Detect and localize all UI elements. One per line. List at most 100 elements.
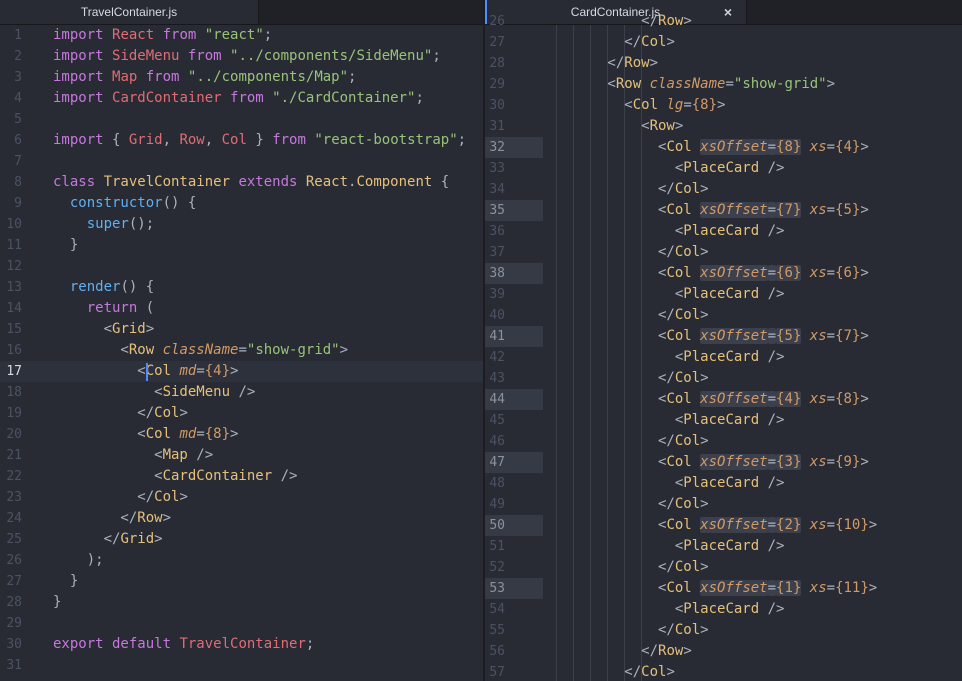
line-number: 52 xyxy=(489,560,505,575)
tab-travelcontainer[interactable]: TravelContainer.js xyxy=(0,0,259,24)
code-line[interactable]: 15 <Grid> xyxy=(0,319,483,340)
code-token: "show-grid" xyxy=(733,76,827,92)
line-number: 28 xyxy=(489,56,505,71)
code-line[interactable]: 7 xyxy=(0,151,483,172)
code-token: < xyxy=(540,475,684,491)
code-line[interactable]: 56 </Row> xyxy=(485,641,962,662)
code-line[interactable]: 35 <Col xsOffset={7} xs={5}> xyxy=(485,200,962,221)
code-line[interactable]: 19 </Col> xyxy=(0,403,483,424)
code-text: </Row> xyxy=(540,641,692,662)
code-line[interactable]: 29 xyxy=(0,613,483,634)
right-code-area[interactable]: 26 </Row> 27 </Col> 28 </Row> 29 <Row class… xyxy=(485,13,962,681)
code-text: <Col xsOffset={4} xs={8}> xyxy=(540,389,869,410)
code-token: Col xyxy=(154,489,180,505)
code-line[interactable]: 28} xyxy=(0,592,483,613)
code-line[interactable]: 31 xyxy=(0,655,483,676)
code-line[interactable]: 8 class TravelContainer extends React.Com… xyxy=(0,172,483,193)
code-line[interactable]: 57 </Col> xyxy=(485,662,962,681)
code-line[interactable]: 33 <PlaceCard /> xyxy=(485,158,962,179)
code-token: "react" xyxy=(204,27,264,43)
code-line[interactable]: 30 <Col lg={8}> xyxy=(485,95,962,116)
left-editor-pane[interactable]: TravelContainer.js 1 import React from "r… xyxy=(0,0,483,681)
code-line[interactable]: 41 <Col xsOffset={5} xs={7}> xyxy=(485,326,962,347)
left-code-area[interactable]: 1 import React from "react"; 2 import SideM… xyxy=(0,25,483,681)
code-token: </ xyxy=(540,559,675,575)
code-line[interactable]: 30 export default TravelContainer; xyxy=(0,634,483,655)
code-text: <Row className="show-grid"> xyxy=(540,74,835,95)
code-token: /> xyxy=(759,475,785,491)
code-line[interactable]: 17 <Col md={4}> xyxy=(0,361,483,382)
code-line[interactable]: 45 <PlaceCard /> xyxy=(485,410,962,431)
line-number: 32 xyxy=(489,140,505,155)
code-line[interactable]: 48 <PlaceCard /> xyxy=(485,473,962,494)
code-line[interactable]: 10 super(); xyxy=(0,214,483,235)
code-line[interactable]: 44 <Col xsOffset={4} xs={8}> xyxy=(485,389,962,410)
code-text: <PlaceCard /> xyxy=(540,599,785,620)
code-line[interactable]: 36 <PlaceCard /> xyxy=(485,221,962,242)
code-text: <Col xsOffset={8} xs={4}> xyxy=(540,137,869,158)
code-line[interactable]: 47 <Col xsOffset={3} xs={9}> xyxy=(485,452,962,473)
code-line[interactable]: 43 </Col> xyxy=(485,368,962,389)
code-token: = xyxy=(767,454,777,470)
code-token: xs xyxy=(809,580,827,596)
code-line[interactable]: 39 <PlaceCard /> xyxy=(485,284,962,305)
code-line[interactable]: 12 xyxy=(0,256,483,277)
code-line[interactable]: 2 import SideMenu from "../components/Sid… xyxy=(0,46,483,67)
code-line[interactable]: 24 </Row> xyxy=(0,508,483,529)
code-line[interactable]: 54 <PlaceCard /> xyxy=(485,599,962,620)
code-text: import React from "react"; xyxy=(53,25,272,46)
code-text: } xyxy=(53,571,78,592)
right-editor-pane[interactable]: CardContainer.js × 26 </Row> 27 </Col> 28 … xyxy=(485,0,962,681)
code-line[interactable]: 27 </Col> xyxy=(485,32,962,53)
code-token: md xyxy=(179,426,197,442)
code-line[interactable]: 4 import CardContainer from "./CardContai… xyxy=(0,88,483,109)
code-line[interactable]: 11 } xyxy=(0,235,483,256)
code-token: Col xyxy=(674,559,701,575)
code-token: Col xyxy=(674,622,701,638)
code-line[interactable]: 42 <PlaceCard /> xyxy=(485,347,962,368)
code-token: Row xyxy=(658,13,684,29)
code-line[interactable]: 25 </Grid> xyxy=(0,529,483,550)
code-line[interactable]: 22 <CardContainer /> xyxy=(0,466,483,487)
code-line[interactable]: 46 </Col> xyxy=(485,431,962,452)
code-line[interactable]: 14 return ( xyxy=(0,298,483,319)
code-line[interactable]: 20 <Col md={8}> xyxy=(0,424,483,445)
code-line[interactable]: 29 <Row className="show-grid"> xyxy=(485,74,962,95)
code-token: </ xyxy=(53,531,121,547)
code-line[interactable]: 23 </Col> xyxy=(0,487,483,508)
code-line[interactable]: 37 </Col> xyxy=(485,242,962,263)
code-token: TravelContainer xyxy=(103,174,231,190)
code-line[interactable]: 50 <Col xsOffset={2} xs={10}> xyxy=(485,515,962,536)
code-line[interactable]: 32 <Col xsOffset={8} xs={4}> xyxy=(485,137,962,158)
code-token: import xyxy=(53,48,113,64)
code-token: {8} xyxy=(776,139,802,155)
code-line[interactable]: 9 constructor() { xyxy=(0,193,483,214)
code-token: xs xyxy=(809,391,827,407)
code-line[interactable]: 28 </Row> xyxy=(485,53,962,74)
code-token: > xyxy=(339,342,349,358)
code-line[interactable]: 6 import { Grid, Row, Col } from "react-b… xyxy=(0,130,483,151)
code-text: </Col> xyxy=(53,403,188,424)
code-line[interactable]: 53 <Col xsOffset={1} xs={11}> xyxy=(485,578,962,599)
code-line[interactable]: 5 xyxy=(0,109,483,130)
code-line[interactable]: 55 </Col> xyxy=(485,620,962,641)
code-line[interactable]: 49 </Col> xyxy=(485,494,962,515)
code-line[interactable]: 13 render() { xyxy=(0,277,483,298)
line-number: 5 xyxy=(14,112,22,127)
code-line[interactable]: 26 </Row> xyxy=(485,11,962,32)
code-line[interactable]: 52 </Col> xyxy=(485,557,962,578)
code-line[interactable]: 16 <Row className="show-grid"> xyxy=(0,340,483,361)
code-line[interactable]: 40 </Col> xyxy=(485,305,962,326)
code-line[interactable]: 26 ); xyxy=(0,550,483,571)
code-line[interactable]: 34 </Col> xyxy=(485,179,962,200)
code-line[interactable]: 1 import React from "react"; xyxy=(0,25,483,46)
code-line[interactable]: 21 <Map /> xyxy=(0,445,483,466)
code-line[interactable]: 3 import Map from "../components/Map"; xyxy=(0,67,483,88)
code-line[interactable]: 18 <SideMenu /> xyxy=(0,382,483,403)
code-line[interactable]: 31 <Row> xyxy=(485,116,962,137)
code-line[interactable]: 51 <PlaceCard /> xyxy=(485,536,962,557)
code-line[interactable]: 27 } xyxy=(0,571,483,592)
code-line[interactable]: 38 <Col xsOffset={6} xs={6}> xyxy=(485,263,962,284)
line-number: 6 xyxy=(14,133,22,148)
